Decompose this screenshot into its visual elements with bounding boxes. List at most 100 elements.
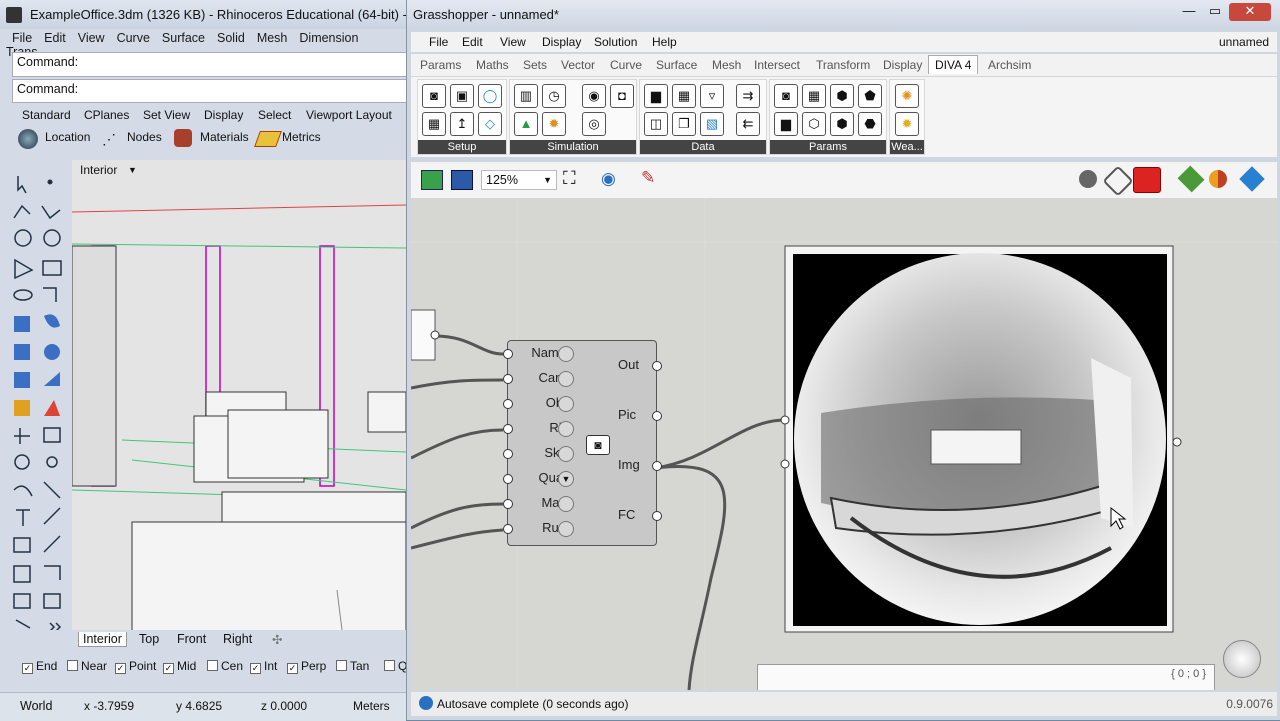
osnap-checkbox[interactable] xyxy=(384,660,395,671)
sketch-pen-icon[interactable]: ✎ xyxy=(641,168,655,188)
map-icon[interactable]: ▧ xyxy=(700,112,724,136)
rhino-app-icon[interactable] xyxy=(6,7,22,23)
save-icon[interactable] xyxy=(451,170,473,190)
osnap-checkbox[interactable]: ✓ xyxy=(287,663,298,674)
osnap-checkbox[interactable]: ✓ xyxy=(163,663,174,674)
metrics-button[interactable]: Metrics xyxy=(282,130,321,144)
grid-icon[interactable]: ▦ xyxy=(422,112,446,136)
tab-params[interactable]: Params xyxy=(420,58,461,72)
param-time-icon[interactable]: ⬡ xyxy=(802,112,826,136)
canvas-navigator-icon[interactable] xyxy=(1223,640,1261,678)
input-grip[interactable] xyxy=(503,474,513,484)
cube-icon[interactable]: ◫ xyxy=(644,112,668,136)
nodes-button[interactable]: Nodes xyxy=(127,130,162,144)
osnap-near[interactable]: Near xyxy=(67,659,107,673)
output-pic[interactable]: Pic xyxy=(618,407,636,422)
gh-menu-edit[interactable]: Edit xyxy=(462,35,483,49)
input-grip[interactable] xyxy=(503,499,513,509)
menu-dimension[interactable]: Dimension xyxy=(293,31,364,45)
preview-mesh-icon[interactable] xyxy=(1177,165,1205,193)
tab-display[interactable]: Display xyxy=(204,108,243,122)
cplane-indicator[interactable]: World xyxy=(20,699,52,713)
tab-transform[interactable]: Transform xyxy=(816,58,870,72)
close-icon[interactable]: ✕ xyxy=(1229,3,1271,21)
tab-cplanes[interactable]: CPlanes xyxy=(84,108,129,122)
vtab-right[interactable]: Right xyxy=(219,632,256,646)
menu-surface[interactable]: Surface xyxy=(156,31,211,45)
param-grid-icon[interactable]: ▦ xyxy=(802,84,826,108)
vtab-front[interactable]: Front xyxy=(173,632,210,646)
menu-mesh[interactable]: Mesh xyxy=(251,31,294,45)
tab-set-view[interactable]: Set View xyxy=(143,108,190,122)
osnap-point[interactable]: ✓ Point xyxy=(115,659,156,674)
input-grip[interactable] xyxy=(503,524,513,534)
vtab-interior[interactable]: Interior xyxy=(78,632,127,647)
glare-icon[interactable]: ◎ xyxy=(582,112,606,136)
input-grip[interactable] xyxy=(503,374,513,384)
viewport-interior[interactable] xyxy=(72,160,406,630)
osnap-cen[interactable]: Cen xyxy=(207,659,243,673)
input-grip[interactable] xyxy=(503,449,513,459)
tab-surface[interactable]: Surface xyxy=(656,58,697,72)
sphere-icon[interactable]: ◯ xyxy=(478,84,502,108)
panel-component[interactable]: { 0 ; 0 } xyxy=(757,664,1215,690)
preview-eye-icon[interactable]: ◉ xyxy=(601,169,616,189)
osnap-checkbox[interactable] xyxy=(207,660,218,671)
surface-icon[interactable]: ◇ xyxy=(478,112,502,136)
preview-wire-icon[interactable] xyxy=(1079,170,1097,188)
tab-viewport-layout[interactable]: Viewport Layout xyxy=(306,108,392,122)
command-prompt[interactable]: Command: xyxy=(12,79,408,103)
tab-display-gh[interactable]: Display xyxy=(883,58,922,72)
osnap-tan[interactable]: Tan xyxy=(336,659,369,673)
daylight-icon[interactable]: ▲ xyxy=(514,112,538,136)
maximize-icon[interactable]: ▭ xyxy=(1203,3,1227,21)
input-grip[interactable] xyxy=(503,349,513,359)
filter-icon[interactable]: ▿ xyxy=(700,84,724,108)
tab-curve[interactable]: Curve xyxy=(610,58,642,72)
sun-icon[interactable]: ✹ xyxy=(542,112,566,136)
command-history[interactable]: Command: xyxy=(12,52,408,77)
table-icon[interactable]: ▦ xyxy=(672,84,696,108)
diva-render-component[interactable]: ◙ NameCamObjRhSkyQual▼MaxRun OutPicImgFC xyxy=(503,340,662,546)
pages-icon[interactable]: ❐ xyxy=(672,112,696,136)
input-grip[interactable] xyxy=(503,424,513,434)
document-preview-icon[interactable] xyxy=(1239,166,1265,192)
tab-mesh[interactable]: Mesh xyxy=(712,58,741,72)
preview-shaded-icon[interactable] xyxy=(1102,165,1134,197)
param-camera-icon[interactable]: ◙ xyxy=(774,84,798,108)
merge-icon[interactable]: ⇇ xyxy=(736,112,760,136)
weather-sun-icon[interactable]: ✺ xyxy=(895,84,919,108)
tab-sets[interactable]: Sets xyxy=(523,58,547,72)
tab-maths[interactable]: Maths xyxy=(476,58,509,72)
osnap-checkbox[interactable] xyxy=(67,660,78,671)
zoom-extents-icon[interactable]: ⛶ xyxy=(563,168,576,189)
output-grip[interactable] xyxy=(652,411,662,421)
tab-archsim[interactable]: Archsim xyxy=(988,58,1031,72)
metrics-icon[interactable] xyxy=(254,131,282,147)
viewport-title[interactable]: Interior xyxy=(80,163,117,177)
osnap-end[interactable]: ✓ End xyxy=(22,659,57,674)
osnap-checkbox[interactable]: ✓ xyxy=(250,663,261,674)
param-shape-icon[interactable]: ⬢ xyxy=(830,112,854,136)
osnap-checkbox[interactable]: ✓ xyxy=(115,663,126,674)
location-button[interactable]: Location xyxy=(45,130,90,144)
gh-title-bar[interactable]: Grasshopper - unnamed* — ▭ ✕ xyxy=(407,0,1280,30)
add-viewport-icon[interactable]: ✣ xyxy=(268,632,286,647)
tool-palette-icons[interactable] xyxy=(10,160,72,632)
gh-menu-help[interactable]: Help xyxy=(652,35,677,49)
osnap-perp[interactable]: ✓ Perp xyxy=(287,659,326,674)
menu-view[interactable]: View xyxy=(72,31,111,45)
input-grip[interactable] xyxy=(503,399,513,409)
gh-menu-display[interactable]: Display xyxy=(542,35,581,49)
osnap-checkbox[interactable]: ✓ xyxy=(22,663,33,674)
preview-selected-icon[interactable] xyxy=(1133,167,1161,193)
menu-solid[interactable]: Solid xyxy=(211,31,251,45)
osnap-checkbox[interactable] xyxy=(336,660,347,671)
gh-canvas[interactable]: ◙ NameCamObjRhSkyQual▼MaxRun OutPicImgFC… xyxy=(411,198,1277,690)
viewport-menu-chevron-icon[interactable]: ▼ xyxy=(128,165,137,175)
menu-curve[interactable]: Curve xyxy=(111,31,156,45)
tab-intersect[interactable]: Intersect xyxy=(754,58,800,72)
gh-menu-solution[interactable]: Solution xyxy=(594,35,637,49)
tab-diva[interactable]: DIVA 4 xyxy=(928,55,979,74)
gh-menu-file[interactable]: File xyxy=(429,35,448,49)
